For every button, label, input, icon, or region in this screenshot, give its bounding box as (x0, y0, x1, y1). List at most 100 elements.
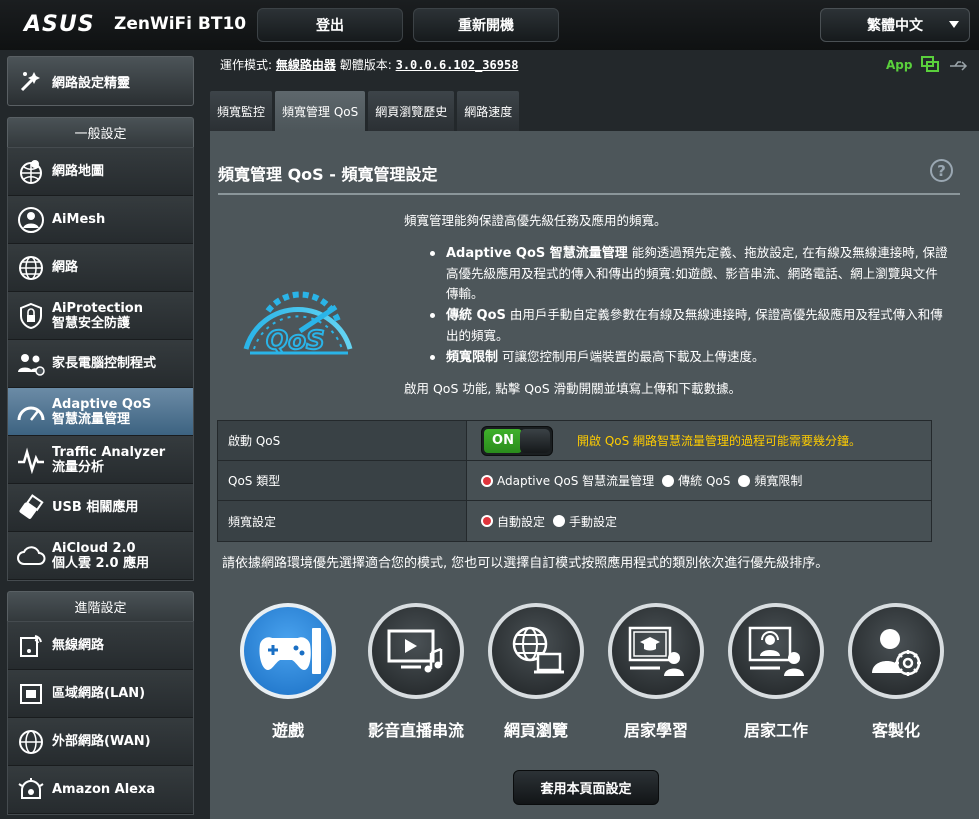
list-item: 傳統 QoS 由用戶手動自定義參數在有線及無線連接時, 保證高優先級應用及程式傳… (428, 305, 948, 346)
mode-customize[interactable]: 客製化 (848, 603, 948, 741)
firmware-link[interactable]: 3.0.0.6.102_36958 (396, 58, 519, 72)
qos-type-bandwidth-limit[interactable]: 頻寬限制 (738, 472, 802, 489)
wizard-label: 網路設定精靈 (52, 75, 131, 91)
table-row: 啟動 QoS ON 開啟 QoS 網路智慧流量管理的過程可能需要幾分鐘。 (218, 421, 931, 461)
chevron-down-icon (949, 21, 959, 28)
sidebar-item-wireless[interactable]: 無線網路 (8, 622, 193, 670)
app-status-icon (920, 56, 939, 72)
sidebar-item-lan[interactable]: 區域網路(LAN) (8, 670, 193, 718)
wizard-icon (16, 66, 46, 96)
headset-worker-icon (728, 603, 824, 699)
bandwidth-setting-label: 頻寬設定 (218, 501, 467, 541)
graduation-cap-icon (608, 603, 704, 699)
help-icon[interactable]: ? (930, 159, 953, 182)
media-icon (368, 603, 464, 699)
radio-button[interactable] (662, 474, 675, 487)
qos-type-traditional[interactable]: 傳統 QoS (662, 472, 730, 489)
globe-icon (16, 253, 46, 283)
logout-button[interactable]: 登出 (257, 8, 403, 42)
mode-label: 居家工作 (743, 721, 808, 740)
enable-qos-toggle[interactable]: ON (481, 425, 553, 456)
advanced-menu: 無線網路 區域網路(LAN) 外部網路(WAN) Amazon Alexa (7, 621, 194, 815)
general-settings-head: 一般設定 (7, 117, 194, 147)
sidebar-item-wan[interactable]: 外部網路(WAN) (8, 718, 193, 766)
setup-wizard-button[interactable]: 網路設定精靈 (7, 56, 194, 106)
sidebar-item-network[interactable]: 網路 (8, 244, 193, 292)
language-select[interactable]: 繁體中文 (820, 8, 970, 42)
wireless-icon (16, 631, 46, 661)
sidebar-item-aimesh[interactable]: AiMesh (8, 196, 193, 244)
mode-learn-from-home[interactable]: 居家學習 (608, 603, 708, 741)
sidebar-item-aiprotection[interactable]: AiProtection 智慧安全防護 (8, 292, 193, 340)
bullet-title: Adaptive QoS 智慧流量管理 (446, 246, 628, 261)
firmware-label: 韌體版本: (339, 58, 392, 72)
toggle-knob (520, 428, 550, 453)
tab-web-history[interactable]: 網頁瀏覽歷史 (368, 91, 455, 131)
table-row: 頻寬設定 自動設定 手動設定 (218, 501, 931, 541)
sidebar-item-label: Amazon Alexa (52, 782, 156, 797)
sidebar-item-label: AiProtection (52, 300, 143, 316)
tab-qos[interactable]: 頻寬管理 QoS (275, 91, 366, 131)
qos-type-adaptive[interactable]: Adaptive QoS 智慧流量管理 (481, 472, 654, 489)
sidebar-item-label: 網路 (52, 260, 79, 275)
qos-type-label: QoS 類型 (218, 461, 467, 500)
sidebar-item-parental-control[interactable]: 家長電腦控制程式 (8, 340, 193, 388)
sidebar-item-network-map[interactable]: 網路地圖 (8, 148, 193, 196)
mode-note: 請依據網路環境優先選擇適合您的模式, 您也可以選擇自訂模式按照應用程式的類別依次… (222, 556, 829, 571)
sidebar-item-aicloud[interactable]: AiCloud 2.0 個人雲 2.0 應用 (8, 532, 193, 580)
sidebar-item-label: 家長電腦控制程式 (52, 356, 157, 371)
sidebar-item-sublabel: 個人雲 2.0 應用 (52, 555, 150, 571)
mode-work-from-home[interactable]: 居家工作 (728, 603, 828, 741)
radio-button[interactable] (481, 474, 493, 487)
usb-status-icon (949, 61, 967, 71)
sidebar-item-alexa[interactable]: Amazon Alexa (8, 766, 193, 814)
bullet-text: 由用戶手動自定義參數在有線及無線連接時, 保證高優先級應用及程式傳入和傳出的頻寬… (446, 307, 943, 343)
network-map-icon (16, 157, 46, 187)
qos-logo: QoS (238, 261, 358, 365)
sidebar-item-label: 網路地圖 (52, 164, 105, 179)
sidebar-item-label: 區域網路(LAN) (52, 686, 146, 701)
mode-label: 居家學習 (623, 721, 688, 740)
sidebar-item-label: AiMesh (52, 212, 106, 227)
advanced-settings-head: 進階設定 (7, 591, 194, 621)
qos-description: 頻寬管理能夠保證高優先級任務及應用的頻寬。 (404, 213, 667, 228)
reboot-button[interactable]: 重新開機 (413, 8, 559, 42)
speedometer-icon (16, 397, 46, 427)
tab-bandwidth-monitor[interactable]: 頻寬監控 (210, 91, 273, 131)
app-indicator[interactable]: App (886, 56, 969, 72)
sidebar-item-label: 外部網路(WAN) (52, 734, 151, 749)
radio-button[interactable] (553, 515, 566, 527)
table-row: QoS 類型 Adaptive QoS 智慧流量管理 傳統 QoS 頻寬限制 (218, 461, 931, 501)
enable-qos-label: 啟動 QoS (218, 421, 467, 460)
cloud-icon (16, 541, 46, 571)
radio-button[interactable] (481, 515, 493, 527)
page-title: 頻寬管理 QoS - 頻寬管理設定 (218, 165, 438, 184)
tab-speedtest[interactable]: 網路速度 (457, 91, 520, 131)
radio-label: 手動設定 (569, 514, 618, 529)
bandwidth-manual[interactable]: 手動設定 (553, 513, 617, 530)
pulse-icon (16, 445, 46, 475)
apply-button[interactable]: 套用本頁面設定 (513, 770, 659, 805)
mode-label: 客製化 (871, 721, 920, 740)
sidebar-item-sublabel: 流量分析 (52, 459, 105, 475)
aimesh-icon (16, 205, 46, 235)
lan-icon (16, 679, 46, 709)
enable-warning: 開啟 QoS 網路智慧流量管理的過程可能需要幾分鐘。 (577, 434, 862, 448)
alexa-icon (16, 775, 46, 805)
sidebar-item-adaptive-qos[interactable]: Adaptive QoS 智慧流量管理 (8, 388, 193, 436)
shield-lock-icon (16, 301, 46, 331)
radio-button[interactable] (738, 474, 751, 487)
mode-streaming[interactable]: 影音直播串流 (368, 603, 468, 741)
bandwidth-auto[interactable]: 自動設定 (481, 513, 545, 530)
sidebar-item-traffic-analyzer[interactable]: Traffic Analyzer 流量分析 (8, 436, 193, 484)
sidebar-item-usb[interactable]: USB 相關應用 (8, 484, 193, 532)
asus-logo: ASUS (24, 12, 95, 37)
mode-gaming[interactable]: 遊戲 (240, 603, 340, 741)
radio-label: 頻寬限制 (754, 474, 803, 488)
opmode-link[interactable]: 無線路由器 (276, 58, 336, 72)
sidebar-item-label: USB 相關應用 (52, 500, 139, 515)
sidebar-item-sublabel: 智慧流量管理 (52, 411, 131, 427)
mode-web-surfing[interactable]: 網頁瀏覽 (488, 603, 588, 741)
enable-note: 啟用 QoS 功能, 點擊 QoS 滑動開關並填寫上傳和下載數據。 (404, 381, 742, 396)
general-menu: 網路地圖 AiMesh 網路 AiProtection 智慧安全防護 家長電腦控制… (7, 147, 194, 581)
